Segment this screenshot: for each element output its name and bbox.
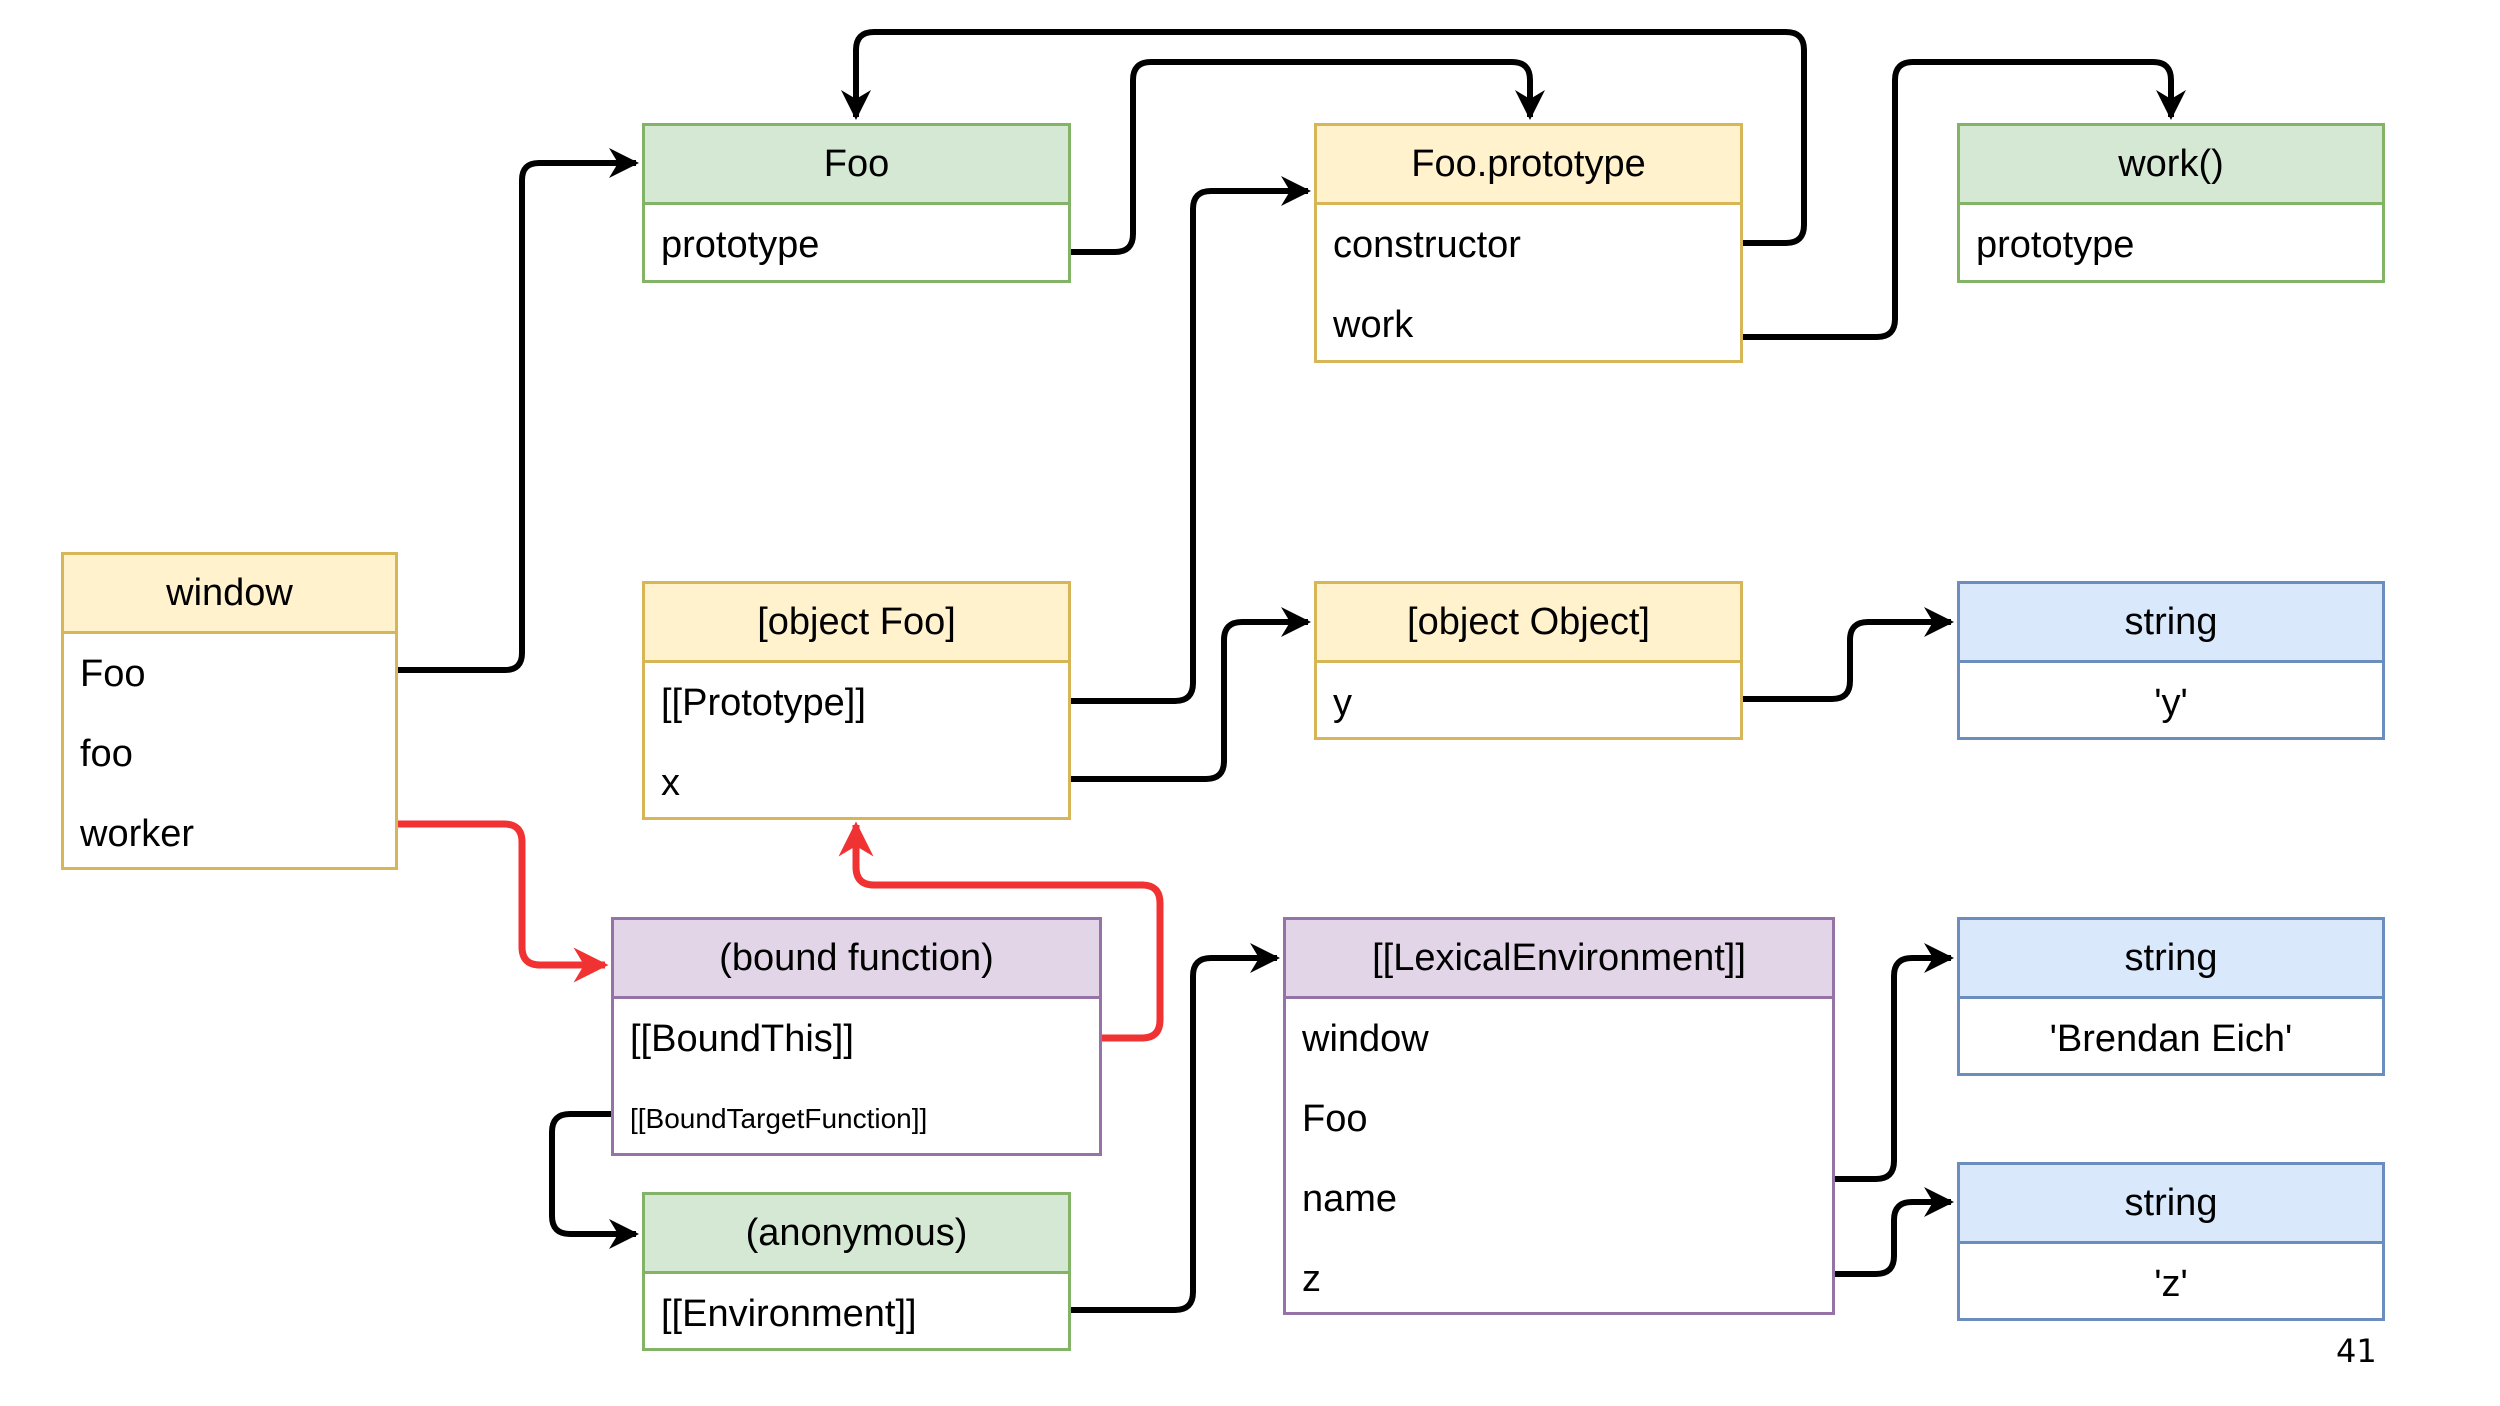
page-number: 41: [2336, 1332, 2377, 1370]
edge-worker-to-bound-function: [397, 820, 609, 983]
bound-function-title: (bound function): [614, 920, 1099, 999]
bound-function-prop-bound-target: [[BoundTargetFunction]]: [630, 1103, 928, 1134]
string-y-value: 'y': [2154, 681, 2188, 724]
lexical-environment-prop-z: z: [1302, 1257, 1321, 1300]
object-foo-prop-prototype: [[Prototype]]: [661, 681, 866, 724]
lexical-environment-title: [[LexicalEnvironment]]: [1286, 920, 1832, 999]
foo-function-prop-prototype: prototype: [661, 223, 820, 266]
lexical-environment-prop-name: name: [1302, 1177, 1398, 1220]
foo-prototype-prop-work: work: [1333, 303, 1414, 346]
anonymous-function-prop-environment: [[Environment]]: [661, 1292, 917, 1335]
foo-function-title: Foo: [645, 126, 1068, 205]
string-z-title: string: [1960, 1165, 2382, 1244]
foo-prototype-box[interactable]: Foo.prototype constructor work: [1314, 123, 1743, 363]
edge-window-foo-to-foo: [397, 148, 639, 673]
window-prop-foo: foo: [80, 732, 133, 775]
window-object-title: window: [64, 555, 395, 634]
string-brendan-title: string: [1960, 920, 2382, 999]
object-object-title: [object Object]: [1317, 584, 1740, 663]
string-z-box[interactable]: string 'z': [1957, 1162, 2385, 1321]
window-object-box[interactable]: window Foo foo worker: [61, 552, 398, 870]
work-function-title: work(): [1960, 126, 2382, 205]
edge-x-to-object-object: [1070, 607, 1311, 782]
window-prop-foo-class: Foo: [80, 652, 146, 695]
string-z-value: 'z': [2154, 1262, 2188, 1305]
edge-name-to-string-brendan: [1834, 943, 1954, 1182]
foo-prototype-title: Foo.prototype: [1317, 126, 1740, 205]
lexical-environment-prop-window: window: [1302, 1017, 1429, 1060]
object-foo-prop-x: x: [661, 761, 680, 804]
lexical-environment-box[interactable]: [[LexicalEnvironment]] window Foo name z: [1283, 917, 1835, 1315]
object-foo-title: [object Foo]: [645, 584, 1068, 663]
foo-function-box[interactable]: Foo prototype: [642, 123, 1071, 283]
string-y-title: string: [1960, 584, 2382, 663]
work-function-box[interactable]: work() prototype: [1957, 123, 2385, 283]
bound-function-prop-bound-this: [[BoundThis]]: [630, 1017, 854, 1060]
string-brendan-box[interactable]: string 'Brendan Eich': [1957, 917, 2385, 1076]
object-object-box[interactable]: [object Object] y: [1314, 581, 1743, 740]
work-function-prop-prototype: prototype: [1976, 223, 2135, 266]
window-prop-worker: worker: [80, 812, 195, 855]
edge-object-foo-prototype-to-foo-prototype: [1070, 176, 1311, 704]
anonymous-function-title: (anonymous): [645, 1195, 1068, 1274]
string-brendan-value: 'Brendan Eich': [2049, 1017, 2293, 1060]
bound-function-box[interactable]: (bound function) [[BoundThis]] [[BoundTa…: [611, 917, 1102, 1156]
object-object-prop-y: y: [1333, 681, 1352, 724]
object-foo-box[interactable]: [object Foo] [[Prototype]] x: [642, 581, 1071, 820]
foo-prototype-prop-constructor: constructor: [1333, 223, 1521, 266]
edge-y-to-string-y: [1742, 607, 1954, 702]
anonymous-function-box[interactable]: (anonymous) [[Environment]]: [642, 1192, 1071, 1351]
string-y-box[interactable]: string 'y': [1957, 581, 2385, 740]
edge-z-to-string-z: [1834, 1187, 1954, 1277]
lexical-environment-prop-foo: Foo: [1302, 1097, 1368, 1140]
